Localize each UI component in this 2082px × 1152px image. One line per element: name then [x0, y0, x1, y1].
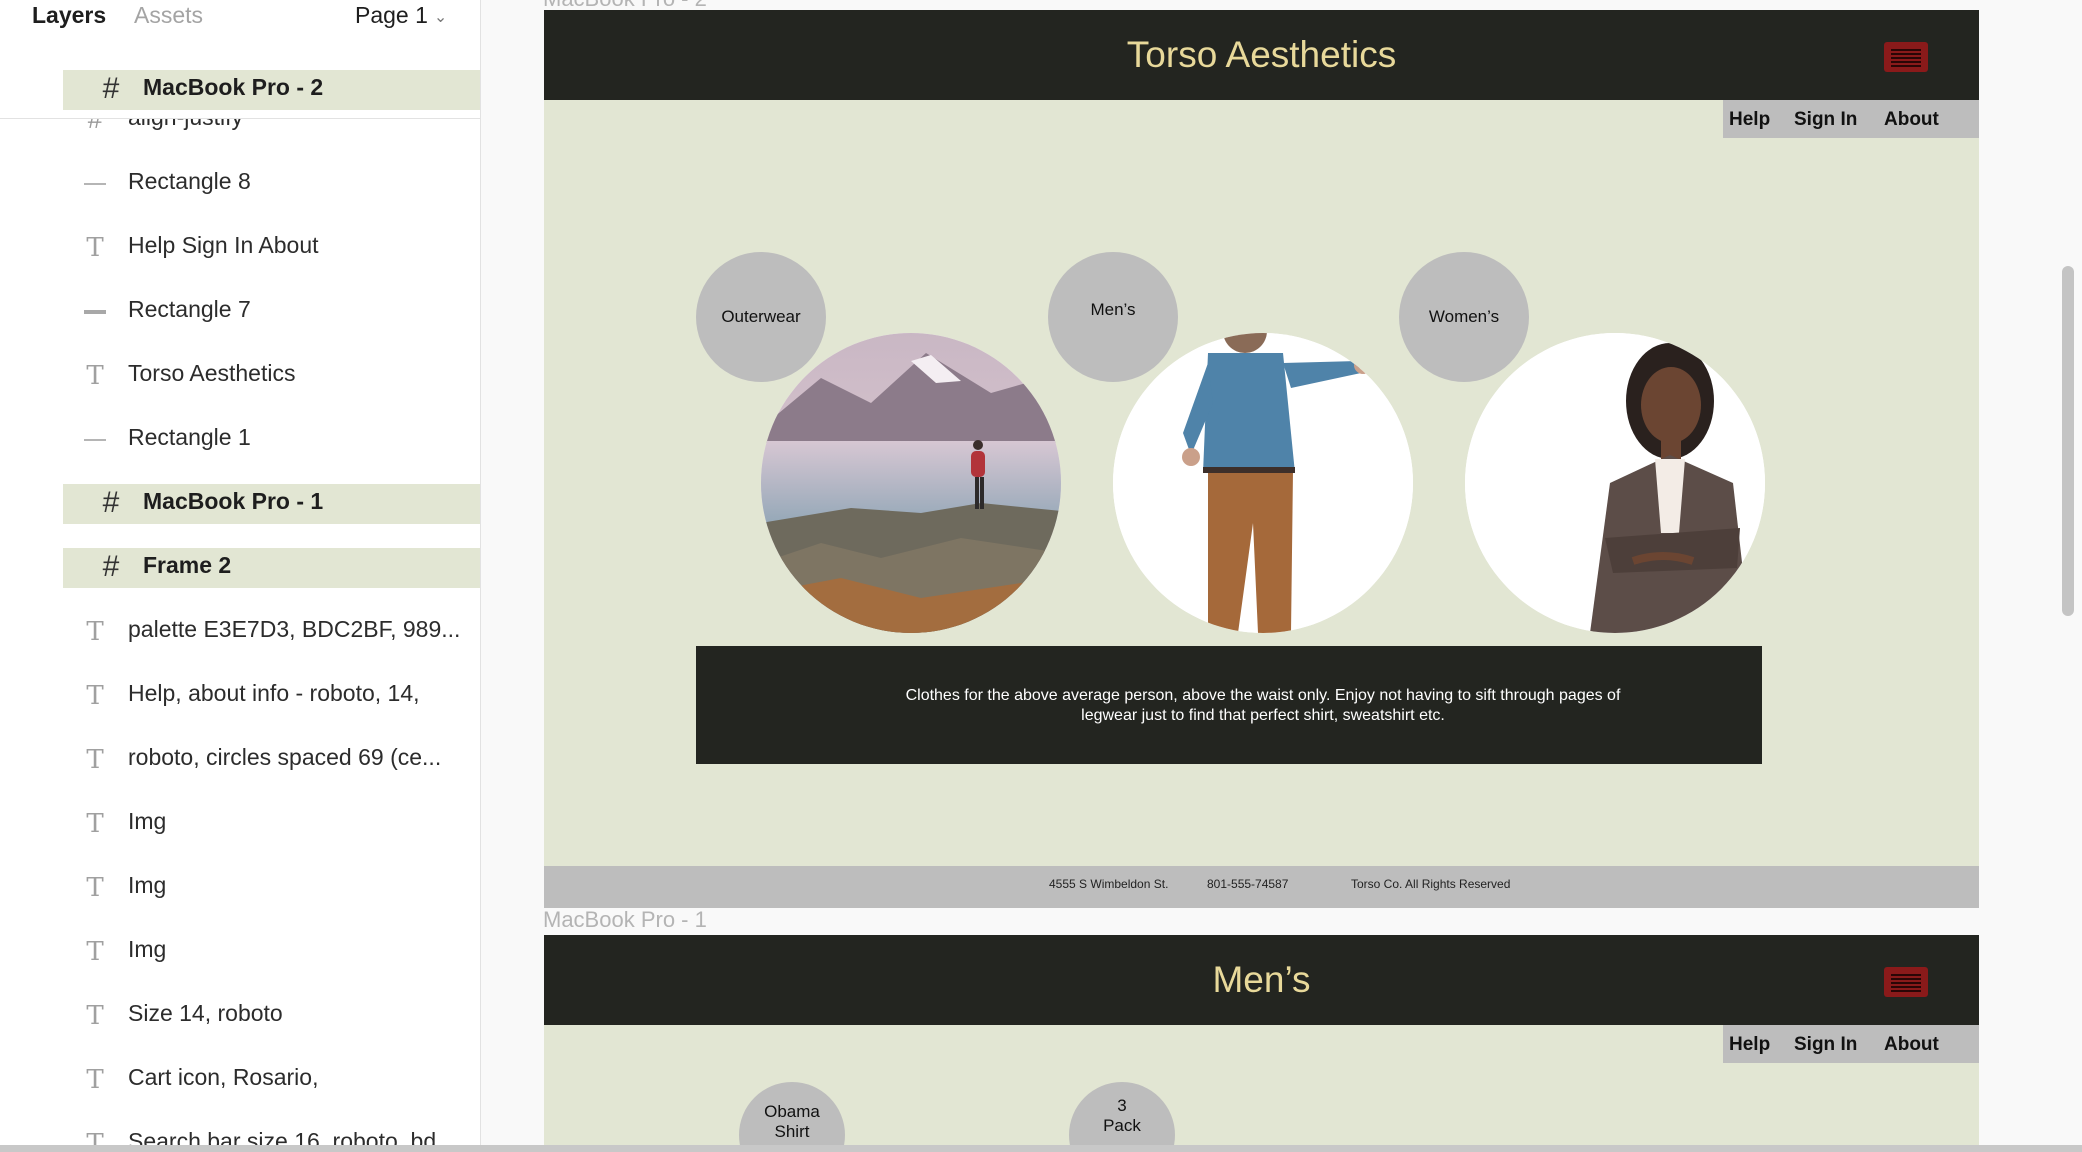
site-footer: 4555 S Wimbeldon St. 801-555-74587 Torso… [544, 866, 1979, 908]
layer-label: Search bar size 16, roboto, bd... [128, 1128, 456, 1145]
hamburger-menu-icon[interactable] [1884, 42, 1928, 72]
layer-rectangle-1[interactable]: Rectangle 1 [0, 420, 480, 460]
layer-img[interactable]: Img [0, 804, 480, 844]
layer-label: Size 14, roboto [128, 1000, 283, 1026]
site-header: Men’s [544, 935, 1979, 1025]
layer-img[interactable]: Img [0, 932, 480, 972]
line-icon [82, 168, 108, 198]
layer-label: Rectangle 7 [128, 296, 251, 322]
layer-label: Frame 2 [143, 552, 232, 578]
text-icon [82, 744, 108, 774]
tab-assets[interactable]: Assets [134, 2, 203, 29]
layer-help-about-note[interactable]: Help, about info - roboto, 14, [0, 676, 480, 716]
top-nav: Help Sign In About [1723, 1025, 1979, 1063]
line-icon [82, 424, 108, 454]
text-icon [82, 232, 108, 262]
layer-label: Img [128, 936, 167, 962]
panel-tabs: Layers Assets Page 1 ⌄ [0, 0, 480, 32]
vertical-scrollbar[interactable] [2062, 266, 2074, 616]
layer-img[interactable]: Img [0, 868, 480, 908]
category-mens[interactable]: Men’s [1048, 252, 1178, 382]
description-box: Clothes for the above average person, ab… [696, 646, 1762, 764]
frame-icon [98, 488, 124, 518]
layer-frame-macbook-pro-1[interactable]: MacBook Pro - 1 [63, 484, 480, 524]
layer-label: Help Sign In About [128, 232, 319, 258]
layer-label: Cart icon, Rosario, [128, 1064, 319, 1090]
footer-phone: 801-555-74587 [1207, 877, 1289, 891]
layer-rectangle-7[interactable]: Rectangle 7 [0, 292, 480, 332]
product-obama-shirt[interactable]: Obama Shirt [739, 1082, 845, 1145]
layer-cart-icon-note[interactable]: Cart icon, Rosario, [0, 1060, 480, 1100]
page-title: Men’s [1212, 959, 1311, 1000]
footer-address: 4555 S Wimbeldon St. [1049, 877, 1169, 891]
layer-label: Img [128, 872, 167, 898]
layer-label: palette E3E7D3, BDC2BF, 989... [128, 616, 461, 642]
layer-frame-2[interactable]: Frame 2 [63, 548, 480, 588]
category-outerwear[interactable]: Outerwear [696, 252, 826, 382]
layer-rectangle-8[interactable]: Rectangle 8 [0, 164, 480, 204]
tab-layers[interactable]: Layers [32, 2, 106, 29]
text-icon [82, 872, 108, 902]
layer-help-sign-in-about[interactable]: Help Sign In About [0, 228, 480, 268]
layer-frame-macbook-pro-2[interactable]: MacBook Pro - 2 [0, 64, 480, 119]
frame-icon [98, 74, 124, 104]
category-womens[interactable]: Women’s [1399, 252, 1529, 382]
footer-rights: Torso Co. All Rights Reserved [1351, 877, 1511, 891]
layer-torso-aesthetics[interactable]: Torso Aesthetics [0, 356, 480, 396]
text-icon [82, 1128, 108, 1145]
nav-help[interactable]: Help [1729, 1034, 1770, 1056]
hamburger-menu-icon[interactable] [1884, 967, 1928, 997]
chevron-down-icon: ⌄ [433, 8, 448, 26]
nav-about[interactable]: About [1884, 109, 1939, 131]
horizontal-scrollbar[interactable] [0, 1145, 2082, 1152]
frame-icon [98, 552, 124, 582]
page-selector-label: Page 1 [355, 2, 428, 28]
layer-label: MacBook Pro - 1 [143, 488, 324, 514]
page-selector[interactable]: Page 1 ⌄ [355, 2, 447, 29]
frame-label[interactable]: MacBook Pro - 1 [543, 907, 707, 933]
layer-palette-note[interactable]: palette E3E7D3, BDC2BF, 989... [0, 612, 480, 652]
layer-label: Rectangle 8 [128, 168, 251, 194]
layers-panel: Layers Assets Page 1⌄ MacBook Pro - 2 al… [0, 0, 481, 1145]
nav-sign-in[interactable]: Sign In [1794, 109, 1857, 131]
layer-size-14-note[interactable]: Size 14, roboto [0, 996, 480, 1036]
layer-label: Img [128, 808, 167, 834]
mens-image [1113, 333, 1413, 633]
product-3-pack[interactable]: 3 Pack [1069, 1082, 1175, 1145]
layer-label: roboto, circles spaced 69 (ce... [128, 744, 442, 770]
text-icon [82, 936, 108, 966]
site-header: Torso Aesthetics [544, 10, 1979, 100]
layer-label: Rectangle 1 [128, 424, 251, 450]
text-icon [82, 616, 108, 646]
layer-row[interactable]: MacBook Pro - 2 [63, 70, 480, 110]
site-title: Torso Aesthetics [1126, 34, 1397, 75]
text-icon [82, 1000, 108, 1030]
frame-macbook-pro-2[interactable]: Torso Aesthetics Help Sign In About Oute… [544, 10, 1979, 908]
outerwear-image [761, 333, 1061, 633]
layer-label: Torso Aesthetics [128, 360, 296, 386]
womens-image [1465, 333, 1765, 633]
nav-about[interactable]: About [1884, 1034, 1939, 1056]
description-text: Clothes for the above average person, ab… [905, 687, 1621, 724]
nav-sign-in[interactable]: Sign In [1794, 1034, 1857, 1056]
layer-circles-note[interactable]: roboto, circles spaced 69 (ce... [0, 740, 480, 780]
text-icon [82, 680, 108, 710]
top-nav: Help Sign In About [1723, 100, 1979, 138]
text-icon [82, 360, 108, 390]
layer-label: Help, about info - roboto, 14, [128, 680, 420, 706]
rectangle-icon [82, 296, 108, 326]
text-icon [82, 1064, 108, 1094]
nav-help[interactable]: Help [1729, 109, 1770, 131]
design-canvas[interactable]: MacBook Pro - 2 Torso Aesthetics Help Si… [481, 0, 2082, 1145]
text-icon [82, 808, 108, 838]
frame-macbook-pro-1[interactable]: Men’s Help Sign In About Obama Shirt 3 P… [544, 935, 1979, 1145]
layer-search-bar-note[interactable]: Search bar size 16, roboto, bd... [0, 1124, 480, 1145]
layer-label: MacBook Pro - 2 [143, 74, 324, 100]
